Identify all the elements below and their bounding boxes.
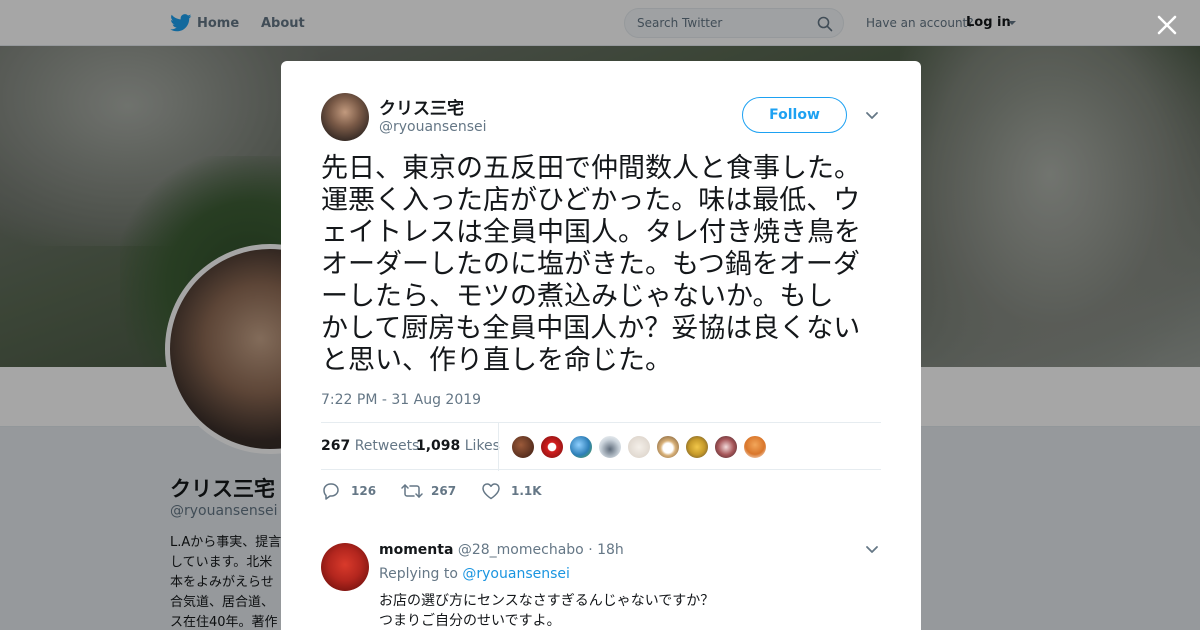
tweet-text-line: オーダーしたのに塩がきた。もつ鍋をオーダ [321, 249, 860, 280]
reply-avatar[interactable] [321, 543, 369, 591]
close-icon[interactable] [1154, 12, 1180, 38]
replying-to-link[interactable]: @ryouansensei [462, 566, 570, 582]
author-avatar[interactable] [321, 93, 369, 141]
reply-text: お店の選び方にセンスなさすぎるんじゃないですか？ つまりご自分のせいですよ。 [379, 591, 714, 630]
heart-icon [482, 483, 500, 500]
tweet-text-line: と思い、作り直しを命じた。 [321, 345, 672, 376]
follow-button[interactable]: Follow [742, 97, 847, 133]
tweet-timestamp[interactable]: 7:22 PM - 31 Aug 2019 [321, 392, 481, 408]
tweet-text-line: 先日、東京の五反田で仲間数人と食事した。 [321, 153, 861, 184]
tweet-text-line: ーしたら、モツの煮込みじゃないか。もし [321, 281, 834, 312]
reply-separator: · [588, 542, 593, 558]
replying-to-label: Replying to [379, 566, 458, 582]
retweets-label: Retweets [354, 438, 420, 454]
chevron-down-icon[interactable] [865, 111, 879, 121]
reply-header: momenta @28_momechabo · 18h [379, 542, 624, 558]
reply-text-line: つまりご自分のせいですよ。 [379, 613, 561, 629]
liker-avatar[interactable] [598, 435, 622, 459]
retweets-count: 267 [321, 438, 351, 454]
likes-label: Likes [464, 438, 500, 454]
tweet-actions: 126 267 1.1K [321, 481, 881, 501]
retweets-stat[interactable]: 267 Retweets [321, 438, 419, 454]
reply-text-line: お店の選び方にセンスなさすぎるんじゃないですか？ [379, 593, 715, 609]
reply-author-name[interactable]: momenta [379, 542, 453, 558]
author-name[interactable]: クリス三宅 [379, 94, 464, 119]
reply-author-handle[interactable]: @28_momechabo [458, 542, 584, 558]
reply-count: 126 [351, 484, 377, 498]
liker-avatar[interactable] [569, 435, 593, 459]
liker-avatar[interactable] [627, 435, 651, 459]
chevron-down-icon[interactable] [865, 545, 879, 555]
retweet-count: 267 [431, 484, 457, 498]
author-handle[interactable]: @ryouansensei [379, 119, 487, 135]
liker-avatar[interactable] [656, 435, 680, 459]
like-count: 1.1K [511, 484, 542, 498]
tweet-text-line: かして厨房も全員中国人か？妥協は良くない [321, 313, 861, 344]
tweet-modal: クリス三宅 @ryouansensei Follow 先日、東京の五反田で仲間数… [281, 61, 921, 630]
liker-avatar[interactable] [714, 435, 738, 459]
liker-avatar[interactable] [685, 435, 709, 459]
tweet-text-line: ェイトレスは全員中国人。タレ付き焼き鳥を [321, 217, 861, 248]
likes-stat[interactable]: 1,098 Likes [416, 438, 500, 454]
reply-icon [323, 483, 339, 500]
tweet-text: 先日、東京の五反田で仲間数人と食事した。 運悪く入った店がひどかった。味は最低、… [321, 153, 891, 377]
tweet-stats: 267 Retweets 1,098 Likes [321, 422, 881, 471]
stats-divider [498, 423, 499, 471]
liker-avatar[interactable] [743, 435, 767, 459]
liker-avatar[interactable] [511, 435, 535, 459]
tweet-text-line: 運悪く入った店がひどかった。味は最低、ウ [321, 185, 861, 216]
reply-time[interactable]: 18h [597, 542, 624, 558]
replying-to: Replying to @ryouansensei [379, 566, 570, 582]
liker-avatar[interactable] [540, 435, 564, 459]
retweet-icon [401, 484, 423, 498]
likes-count: 1,098 [416, 438, 461, 454]
